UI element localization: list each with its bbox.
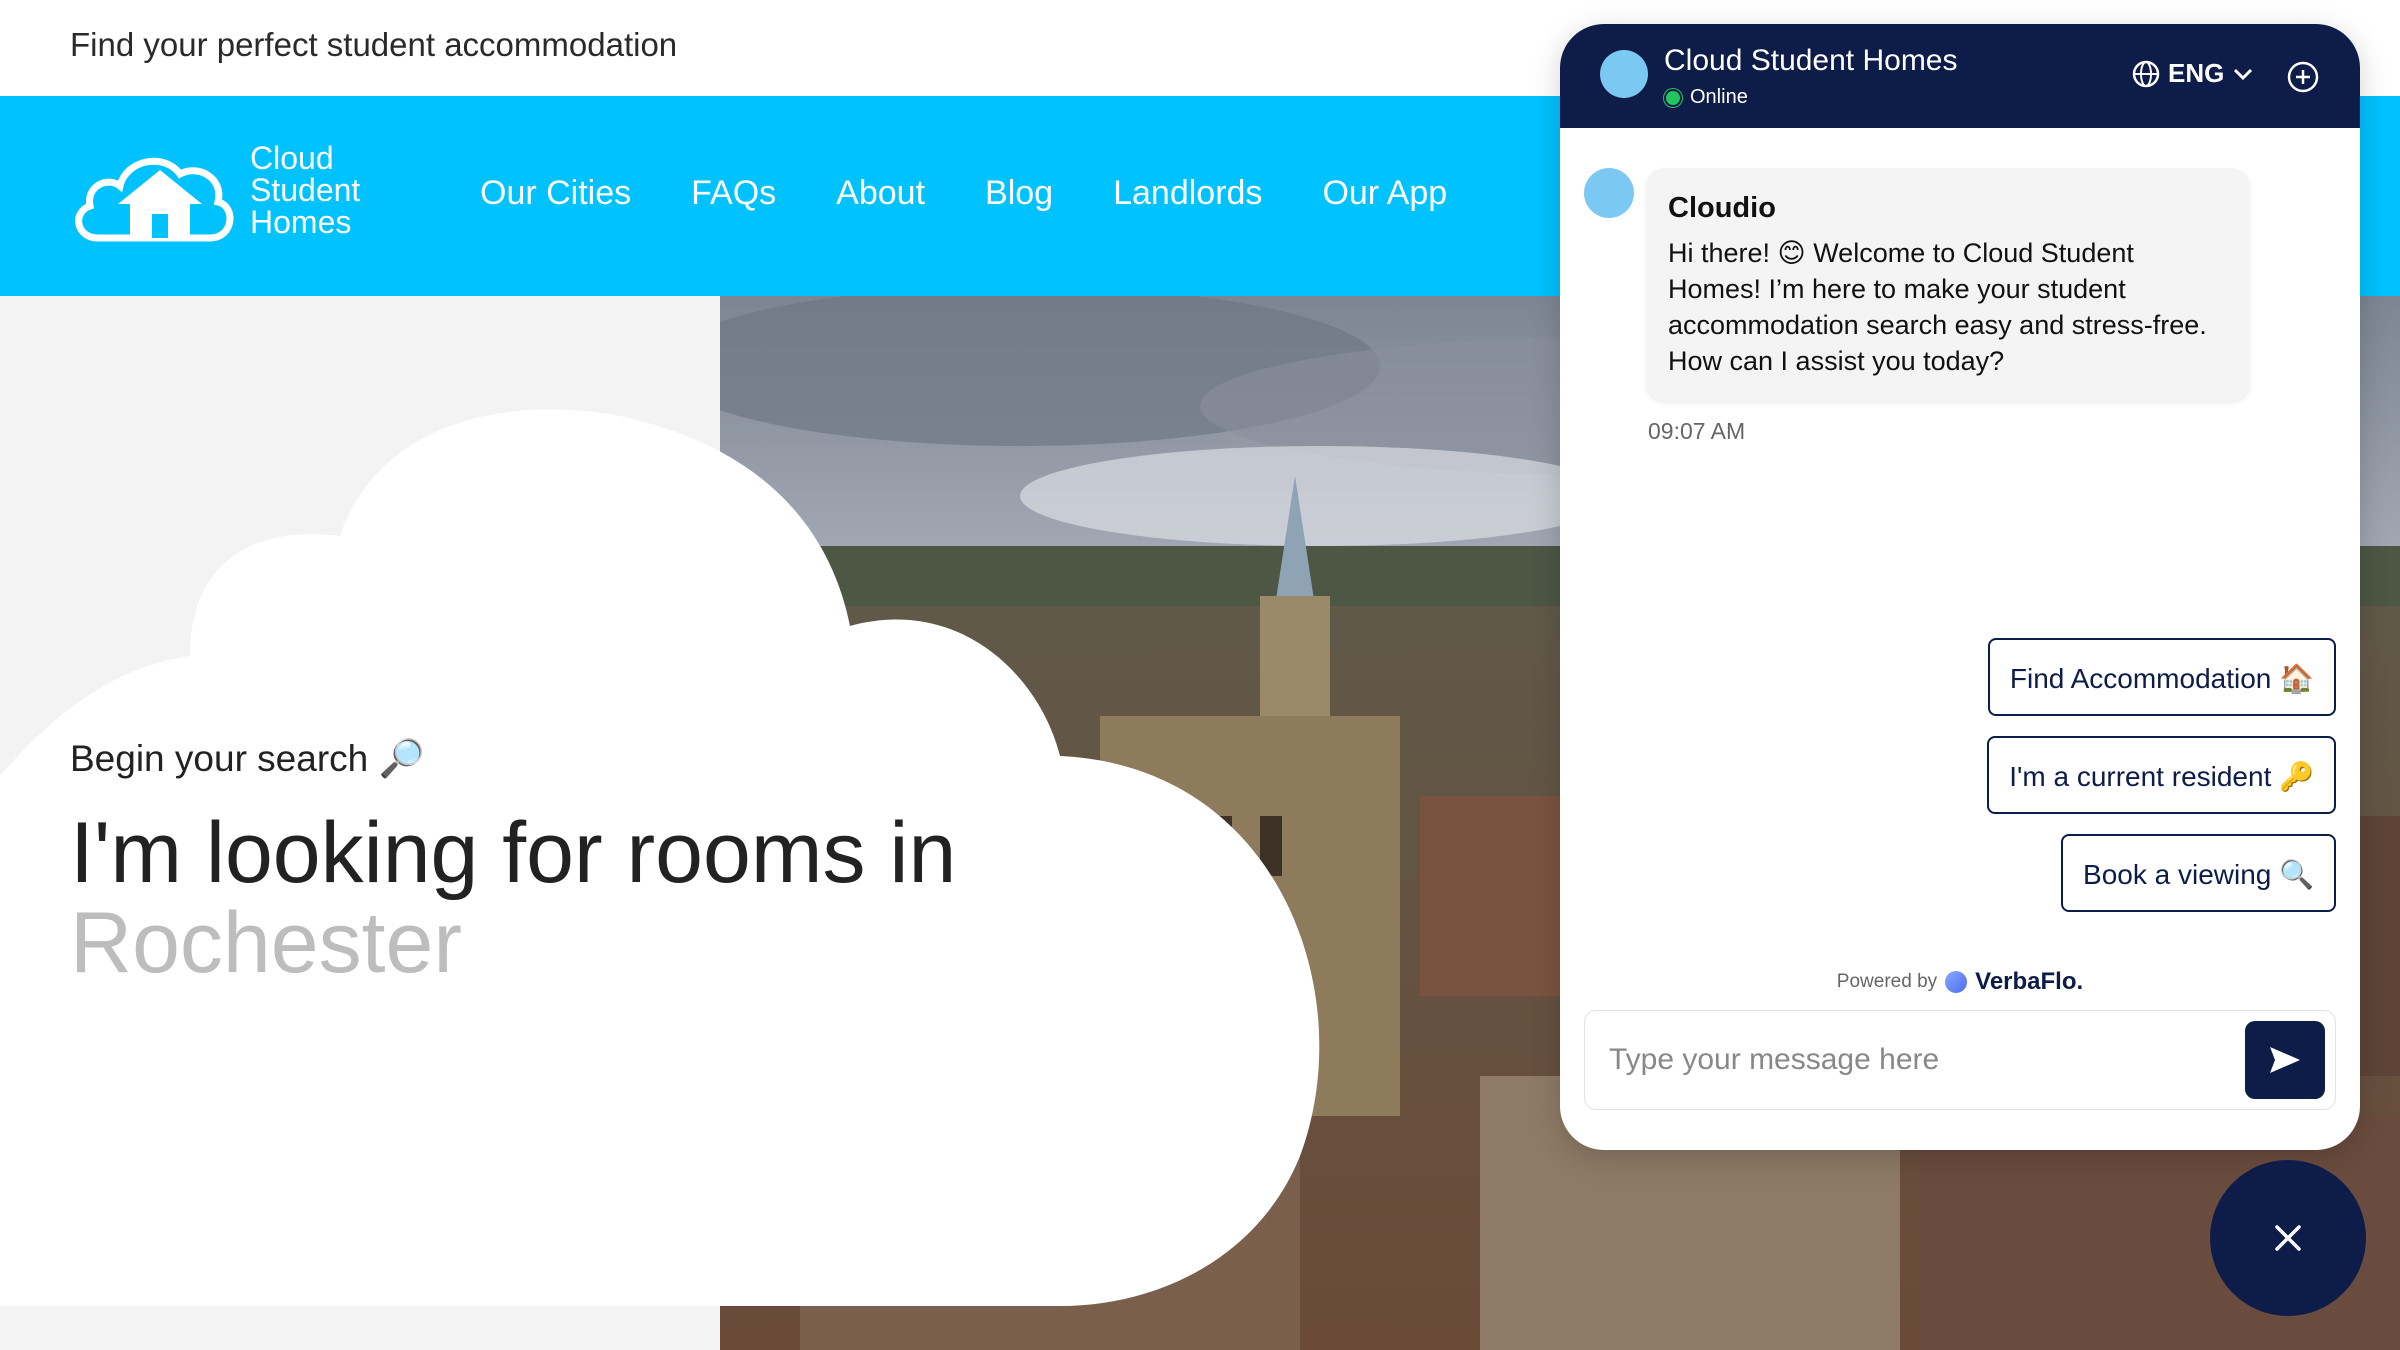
tagline: Find your perfect student accommodation xyxy=(70,26,678,63)
message-composer xyxy=(1584,1010,2336,1110)
online-dot-icon xyxy=(1664,88,1682,107)
nav-our-app[interactable]: Our App xyxy=(1322,174,1447,213)
chat-title: Cloud Student Homes xyxy=(1664,44,1958,77)
nav-landlords[interactable]: Landlords xyxy=(1113,174,1262,213)
nav-links: Our Cities FAQs About Blog Landlords Our… xyxy=(480,174,1507,213)
status-text: Online xyxy=(1690,86,1748,108)
send-button[interactable] xyxy=(2245,1021,2325,1099)
bot-name: Cloudio xyxy=(1668,192,1776,224)
send-icon xyxy=(2270,1047,2300,1073)
bot-message-avatar-icon xyxy=(1584,168,1634,218)
logo-line: Cloud xyxy=(250,140,334,176)
nav-blog[interactable]: Blog xyxy=(985,174,1053,213)
quick-reply-book-viewing[interactable]: Book a viewing 🔍 xyxy=(2061,834,2336,912)
close-chat-button[interactable] xyxy=(2210,1160,2366,1316)
quick-reply-find-accommodation[interactable]: Find Accommodation 🏠 xyxy=(1987,638,2336,716)
chat-header: Cloud Student Homes Online ENG xyxy=(1560,24,2360,128)
globe-icon xyxy=(2132,60,2160,87)
nav-about[interactable]: About xyxy=(836,174,925,213)
bot-message-text: Hi there! 😊 Welcome to Cloud Student Hom… xyxy=(1668,238,2207,376)
logo-wordmark[interactable]: Cloud Student Homes xyxy=(250,142,360,238)
chat-status: Online xyxy=(1664,86,1748,109)
bot-avatar-icon xyxy=(1600,50,1648,98)
language-label: ENG xyxy=(2168,58,2225,88)
powered-brand[interactable]: VerbaFlo. xyxy=(1975,968,2083,996)
close-icon xyxy=(2275,1225,2301,1251)
message-input[interactable] xyxy=(1585,1011,2273,1109)
cloud-home-logo-icon[interactable] xyxy=(68,146,238,246)
bot-message-bubble: Cloudio Hi there! 😊 Welcome to Cloud Stu… xyxy=(1646,168,2250,401)
powered-by-label: Powered by xyxy=(1836,971,1938,992)
language-selector[interactable]: ENG xyxy=(2132,58,2254,89)
powered-by: Powered by VerbaFlo. xyxy=(1560,968,2360,996)
new-chat-plus-icon[interactable] xyxy=(2286,60,2320,94)
nav-our-cities[interactable]: Our Cities xyxy=(480,174,631,213)
verbaflo-logo-icon xyxy=(1945,971,1968,993)
quick-reply-current-resident[interactable]: I'm a current resident 🔑 xyxy=(1987,736,2336,814)
chevron-down-icon xyxy=(2234,68,2253,80)
hero-headline: I'm looking for rooms in xyxy=(70,805,957,901)
nav-faqs[interactable]: FAQs xyxy=(691,174,776,213)
logo-line: Student xyxy=(250,172,361,208)
city-selector[interactable]: Rochester xyxy=(70,898,462,988)
chat-widget: Cloud Student Homes Online ENG Cloudio H… xyxy=(1560,24,2360,1150)
message-timestamp: 09:07 AM xyxy=(1648,418,1746,444)
logo-line: Homes xyxy=(250,204,352,240)
begin-search-label: Begin your search 🔎 xyxy=(70,738,425,779)
